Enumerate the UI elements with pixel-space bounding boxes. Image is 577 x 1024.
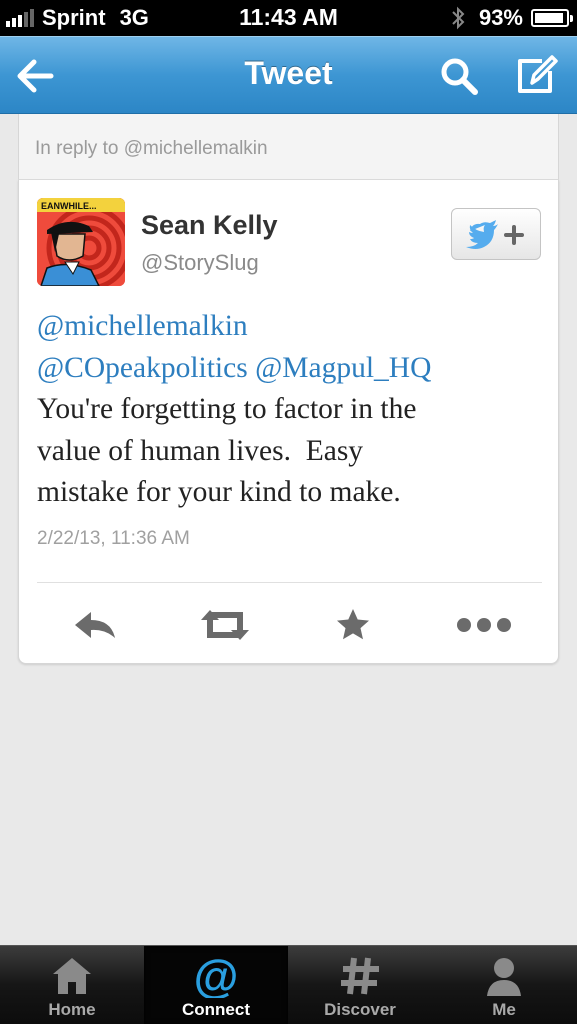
compose-icon[interactable] (512, 53, 558, 99)
divider (37, 582, 542, 583)
tweet-text-line: You're forgetting to factor in the (37, 393, 417, 425)
tab-label: Me (492, 1000, 516, 1019)
retweet-icon[interactable] (197, 600, 253, 650)
battery-icon (531, 9, 573, 27)
tab-label: Home (48, 1000, 96, 1019)
tab-label: Discover (324, 1000, 396, 1019)
mention-link[interactable]: @michellemalkin (37, 310, 248, 342)
tab-label: Connect (182, 1000, 250, 1019)
tab-connect[interactable]: @ Connect (144, 946, 288, 1024)
star-icon[interactable] (333, 600, 373, 650)
user-display-name[interactable]: Sean Kelly (141, 210, 278, 241)
tab-bar: Home @ Connect Discover Me (0, 945, 577, 1024)
reply-context-header[interactable]: In reply to @michellemalkin (18, 114, 559, 180)
hash-icon (341, 957, 379, 995)
page-title: Tweet (244, 55, 333, 91)
person-icon (487, 958, 521, 996)
user-handle[interactable]: @StorySlug (141, 250, 259, 276)
tab-home[interactable]: Home (0, 946, 144, 1024)
status-right: 93% (451, 5, 573, 31)
battery-fill (535, 13, 563, 23)
battery-percent: 93% (478, 5, 523, 30)
avatar-image: EANWHILE... (37, 198, 125, 286)
navigation-bar: Tweet (0, 36, 577, 114)
mention-link[interactable]: @Magpul_HQ (255, 352, 431, 384)
at-icon: @ (194, 954, 239, 998)
reply-icon[interactable] (71, 600, 119, 650)
tweet-text: @michellemalkin @COpeakpolitics @Magpul_… (37, 306, 542, 514)
home-icon (53, 958, 91, 994)
tweet-text-line: mistake for your kind to make. (37, 476, 401, 508)
avatar[interactable]: EANWHILE... (37, 198, 125, 286)
tweet-timestamp: 2/22/13, 11:36 AM (37, 528, 190, 549)
follow-button[interactable] (451, 208, 541, 260)
search-icon[interactable] (438, 55, 480, 97)
bluetooth-icon (452, 6, 465, 30)
tweet-card: EANWHILE... Sean Kelly @StorySlug @miche… (18, 180, 559, 664)
mention-link[interactable]: @COpeakpolitics (37, 352, 248, 384)
status-bar: Sprint 3G 11:43 AM 93% (0, 0, 577, 36)
tab-me[interactable]: Me (432, 946, 576, 1024)
avatar-caption: EANWHILE... (41, 201, 97, 211)
svg-text:@: @ (194, 954, 239, 998)
reply-context-text: In reply to @michellemalkin (35, 138, 268, 159)
more-icon[interactable] (455, 600, 513, 650)
tab-discover[interactable]: Discover (288, 946, 432, 1024)
twitter-bird-plus-icon (466, 220, 524, 249)
tweet-text-line: value of human lives. Easy (37, 434, 364, 467)
